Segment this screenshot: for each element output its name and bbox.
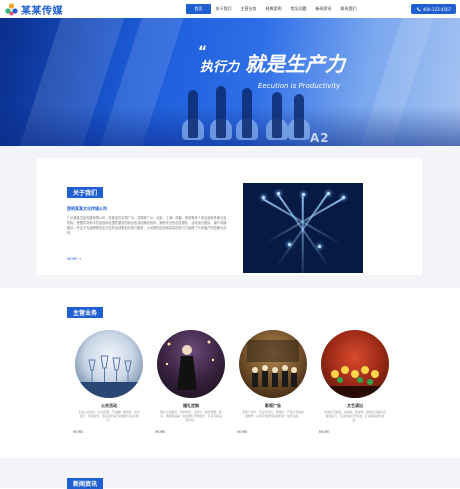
slogan-part2: 就是生产力	[245, 52, 346, 76]
service-image	[75, 330, 143, 398]
nav-item-contact[interactable]: 联系我们	[336, 4, 361, 14]
stage-light	[288, 243, 291, 246]
service-desc: 各类文艺晚会、演唱会、舞台剧、歌舞表演等演出策划执行，专业舞美灯光音响，打造精彩…	[324, 410, 386, 422]
service-desc: 专业公关活动、礼仪庆典、产品推广发布会、商务会议、年会晚会、展览展示等活动策划与…	[78, 410, 140, 422]
dancer-figure	[272, 92, 282, 138]
logo-icon	[5, 3, 18, 16]
dancer-figure	[188, 90, 198, 138]
service-card[interactable]: 文艺演出 各类文艺晚会、演唱会、舞台剧、歌舞表演等演出策划执行，专业舞美灯光音响…	[319, 330, 391, 430]
service-title: 公关活动	[101, 403, 117, 408]
light-ray	[302, 195, 304, 273]
hero-banner[interactable]: “ 执行力 就是生产力 Eecution is Productivity A2	[0, 18, 460, 146]
site-header: 某某传媒 首页 关于我们 主营业务 经典案例 常见问题 新闻资讯 联系我们 40…	[0, 0, 460, 18]
service-card[interactable]: 婚礼定制 婚礼全案策划、场地布置、主持人、摄影摄像、婚车、婚庆用品等一站式婚礼定…	[155, 330, 227, 430]
nav-item-services[interactable]: 主营业务	[236, 4, 261, 14]
about-tag: 关于我们	[67, 187, 104, 198]
glassware-icon	[75, 355, 143, 398]
about-section: 关于我们 昆明某某文化传媒公司 广州某某文化传媒有限公司，总部设在中国广州，并拥…	[0, 146, 460, 288]
service-card[interactable]: 影视广告 影视广告片、企业宣传片、微电影、产品广告等拍摄制作，从创意策划到后期剪…	[237, 330, 309, 430]
about-more-link[interactable]: MORE →	[67, 257, 81, 261]
service-image	[321, 330, 389, 398]
service-card[interactable]: 公关活动 专业公关活动、礼仪庆典、产品推广发布会、商务会议、年会晚会、展览展示等…	[73, 330, 145, 430]
nav-item-news[interactable]: 新闻资讯	[311, 4, 336, 14]
logo[interactable]: 某某传媒	[5, 2, 63, 17]
slogan-part1: 执行力	[200, 60, 240, 75]
phone-icon	[416, 7, 421, 11]
news-tag: 新闻资讯	[67, 478, 104, 489]
news-section: 新闻资讯	[0, 458, 460, 489]
dancer-figure	[242, 88, 252, 138]
stage-light	[262, 196, 265, 199]
service-title: 婚礼定制	[183, 403, 199, 408]
service-title: 影视广告	[265, 403, 281, 408]
dancer-figure	[294, 94, 304, 138]
service-image	[239, 330, 307, 398]
banner-slogan: 执行力 就是生产力	[200, 48, 345, 77]
dancer-figure	[216, 86, 226, 138]
stage-screen-text: A2	[310, 131, 330, 145]
service-image	[157, 330, 225, 398]
logo-text: 某某传媒	[21, 6, 63, 17]
performance-icon	[321, 366, 389, 398]
stage-light	[302, 193, 305, 196]
service-more-link[interactable]: MORE	[155, 430, 227, 434]
service-desc: 影视广告片、企业宣传片、微电影、产品广告等拍摄制作，从创意策划到后期剪辑一站式完…	[242, 410, 304, 418]
about-stage-image	[243, 183, 363, 273]
service-more-link[interactable]: MORE	[237, 430, 309, 434]
service-more-link[interactable]: MORE	[319, 430, 391, 434]
stage-light	[318, 245, 321, 248]
service-more-link[interactable]: MORE	[73, 430, 145, 434]
nav-item-faq[interactable]: 常见问题	[286, 4, 311, 14]
nav-item-home[interactable]: 首页	[186, 4, 211, 14]
stage-light	[277, 192, 280, 195]
services-section: 主营业务 公关活动 专业公关活动、礼仪庆典、产品推广发布会、商务会议、年会晚会、…	[0, 288, 460, 458]
banner-slogan-en: Eecution is Productivity	[258, 82, 341, 90]
services-tag: 主营业务	[67, 307, 104, 318]
about-company: 昆明某某文化传媒公司	[67, 206, 107, 211]
main-nav: 首页 关于我们 主营业务 经典案例 常见问题 新闻资讯 联系我们	[186, 4, 361, 14]
hotline-number: 400-123-4567	[422, 6, 452, 12]
nav-item-about[interactable]: 关于我们	[211, 4, 236, 14]
stage-light	[342, 196, 345, 199]
ceremony-icon	[247, 340, 299, 387]
stage-light	[327, 192, 330, 195]
service-desc: 婚礼全案策划、场地布置、主持人、摄影摄像、婚车、婚庆用品等一站式婚礼定制服务，打…	[160, 410, 222, 422]
about-card: 关于我们 昆明某某文化传媒公司 广州某某文化传媒有限公司，总部设在中国广州，并拥…	[37, 158, 422, 275]
service-title: 文艺演出	[347, 403, 363, 408]
singer-icon	[165, 340, 215, 390]
about-text: 广州某某文化传媒有限公司，总部设在中国广州，并拥有广州、北京、上海、成都、西安等…	[67, 216, 227, 235]
hotline-button[interactable]: 400-123-4567	[411, 4, 456, 14]
nav-item-cases[interactable]: 经典案例	[261, 4, 286, 14]
